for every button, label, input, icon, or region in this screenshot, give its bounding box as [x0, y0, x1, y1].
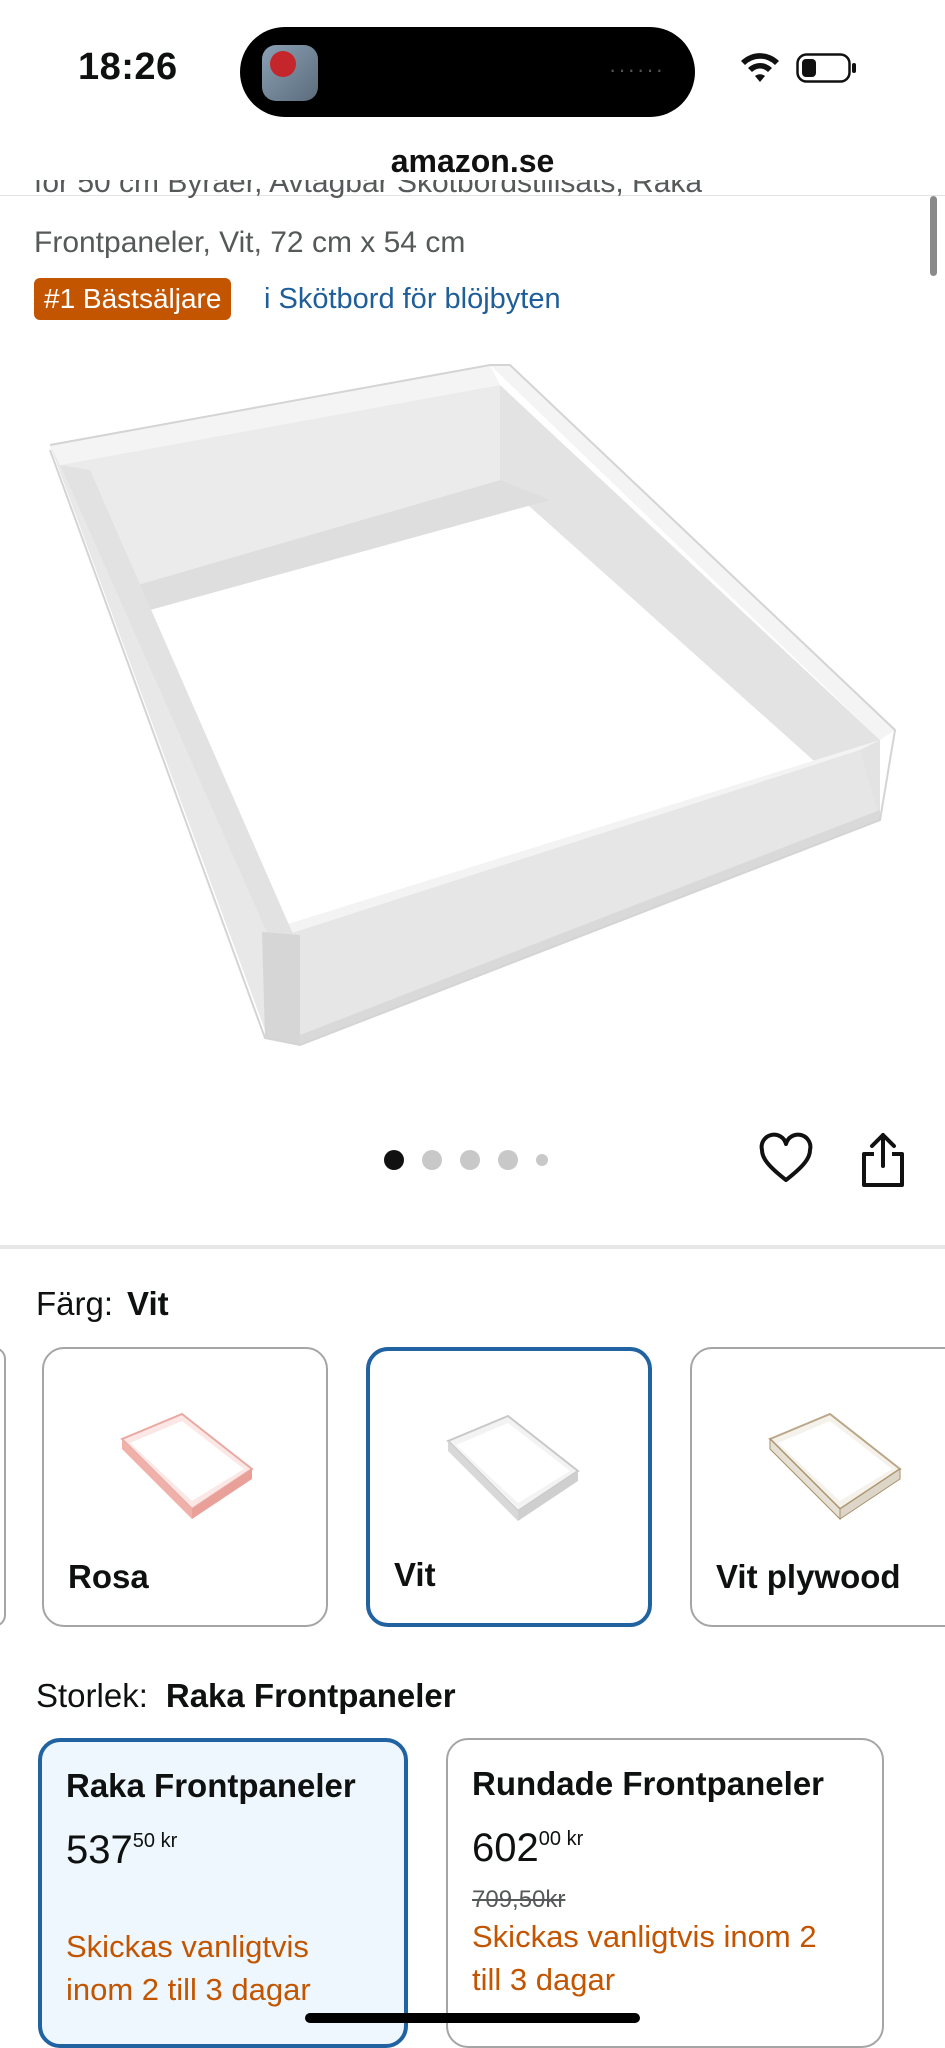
heart-icon[interactable]: [758, 1132, 814, 1188]
share-icon[interactable]: [858, 1130, 908, 1190]
color-swatch-vit-plywood[interactable]: Vit plywood: [690, 1347, 945, 1627]
color-swatch-rosa[interactable]: Rosa: [42, 1347, 328, 1627]
carousel-dot[interactable]: [422, 1150, 442, 1170]
product-image[interactable]: [30, 340, 910, 1080]
swatch-thumbnail: [768, 1412, 902, 1521]
shipping-info: Skickas vanligtvis inom 2 till 3 dagar: [472, 1919, 817, 1997]
dynamic-island[interactable]: ······: [240, 27, 695, 117]
section-divider: [0, 1245, 945, 1249]
size-option-raka[interactable]: Raka Frontpaneler 53750 kr Skickas vanli…: [38, 1738, 408, 2048]
size-option-rundade[interactable]: Rundade Frontpaneler 60200 kr 709,50kr S…: [446, 1738, 884, 2048]
color-swatch-vit[interactable]: Vit: [366, 1347, 652, 1627]
audio-wave-icon: ······: [609, 57, 665, 82]
size-label: Storlek: Raka Frontpaneler: [36, 1677, 456, 1714]
wifi-icon: [741, 53, 779, 82]
shipping-info: Skickas vanligtvis inom 2 till 3 dagar: [66, 1929, 311, 2007]
price: 53750 kr: [66, 1828, 178, 1872]
home-indicator[interactable]: [305, 2013, 640, 2023]
color-label: Färg: Vit: [36, 1285, 169, 1322]
carousel-dot[interactable]: [498, 1150, 518, 1170]
color-swatch-offscreen[interactable]: [0, 1347, 6, 1627]
now-playing-thumbnail: [262, 45, 318, 101]
battery-icon: [796, 53, 856, 83]
image-carousel-dots[interactable]: [384, 1148, 548, 1172]
product-title-partial: för 50 cm Byråer, Avtagbar Skötbordstill…: [34, 180, 703, 199]
bestseller-badge[interactable]: #1 Bästsäljare: [34, 278, 232, 320]
carousel-dot[interactable]: [384, 1150, 404, 1170]
swatch-thumbnail: [120, 1412, 254, 1519]
price: 60200 kr: [472, 1826, 584, 1870]
status-bar: 18:26 ······: [0, 0, 945, 140]
scroll-indicator[interactable]: [930, 196, 937, 276]
url-text: amazon.se: [390, 143, 555, 179]
swatch-thumbnail: [446, 1414, 580, 1521]
old-price: 709,50kr: [472, 1886, 566, 1913]
product-title: Frontpaneler, Vit, 72 cm x 54 cm: [34, 226, 466, 259]
category-link[interactable]: i Skötbord för blöjbyten: [264, 278, 561, 320]
clock: 18:26: [78, 46, 178, 88]
selected-size: Raka Frontpaneler: [165, 1677, 456, 1714]
carousel-dot[interactable]: [536, 1154, 548, 1166]
selected-color: Vit: [127, 1285, 169, 1322]
carousel-dot[interactable]: [460, 1150, 480, 1170]
